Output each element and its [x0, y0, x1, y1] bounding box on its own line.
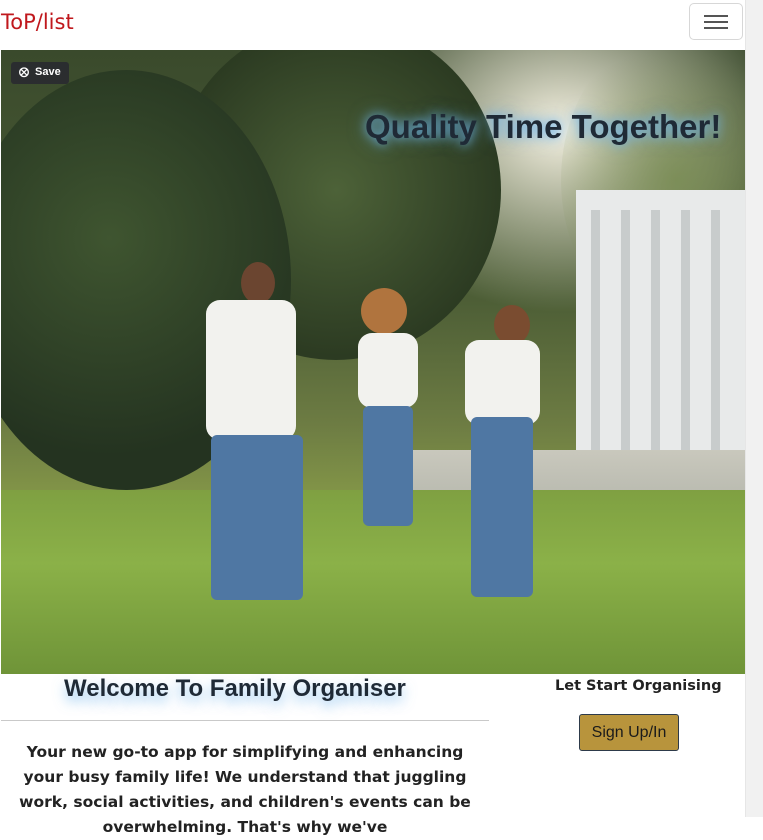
brand-link[interactable]: ToP/list: [1, 10, 74, 34]
start-organising-text: Let Start Organising: [555, 678, 722, 694]
signup-button[interactable]: Sign Up/In: [579, 714, 679, 751]
hero-image: Quality Time Together!: [1, 50, 745, 674]
divider: [1, 720, 489, 721]
hamburger-menu-icon: [704, 15, 728, 17]
hero-title: Quality Time Together!: [365, 108, 722, 145]
save-image-button[interactable]: ⨂ Save: [11, 62, 69, 84]
bookmark-icon: ⨂: [19, 67, 29, 78]
welcome-title: Welcome To Family Organiser: [64, 675, 406, 702]
scrollbar[interactable]: [745, 0, 763, 817]
navbar: ToP/list: [0, 0, 746, 50]
description-text: Your new go-to app for simplifying and e…: [19, 743, 471, 836]
navbar-toggler-button[interactable]: [689, 3, 743, 40]
save-label: Save: [35, 66, 61, 78]
